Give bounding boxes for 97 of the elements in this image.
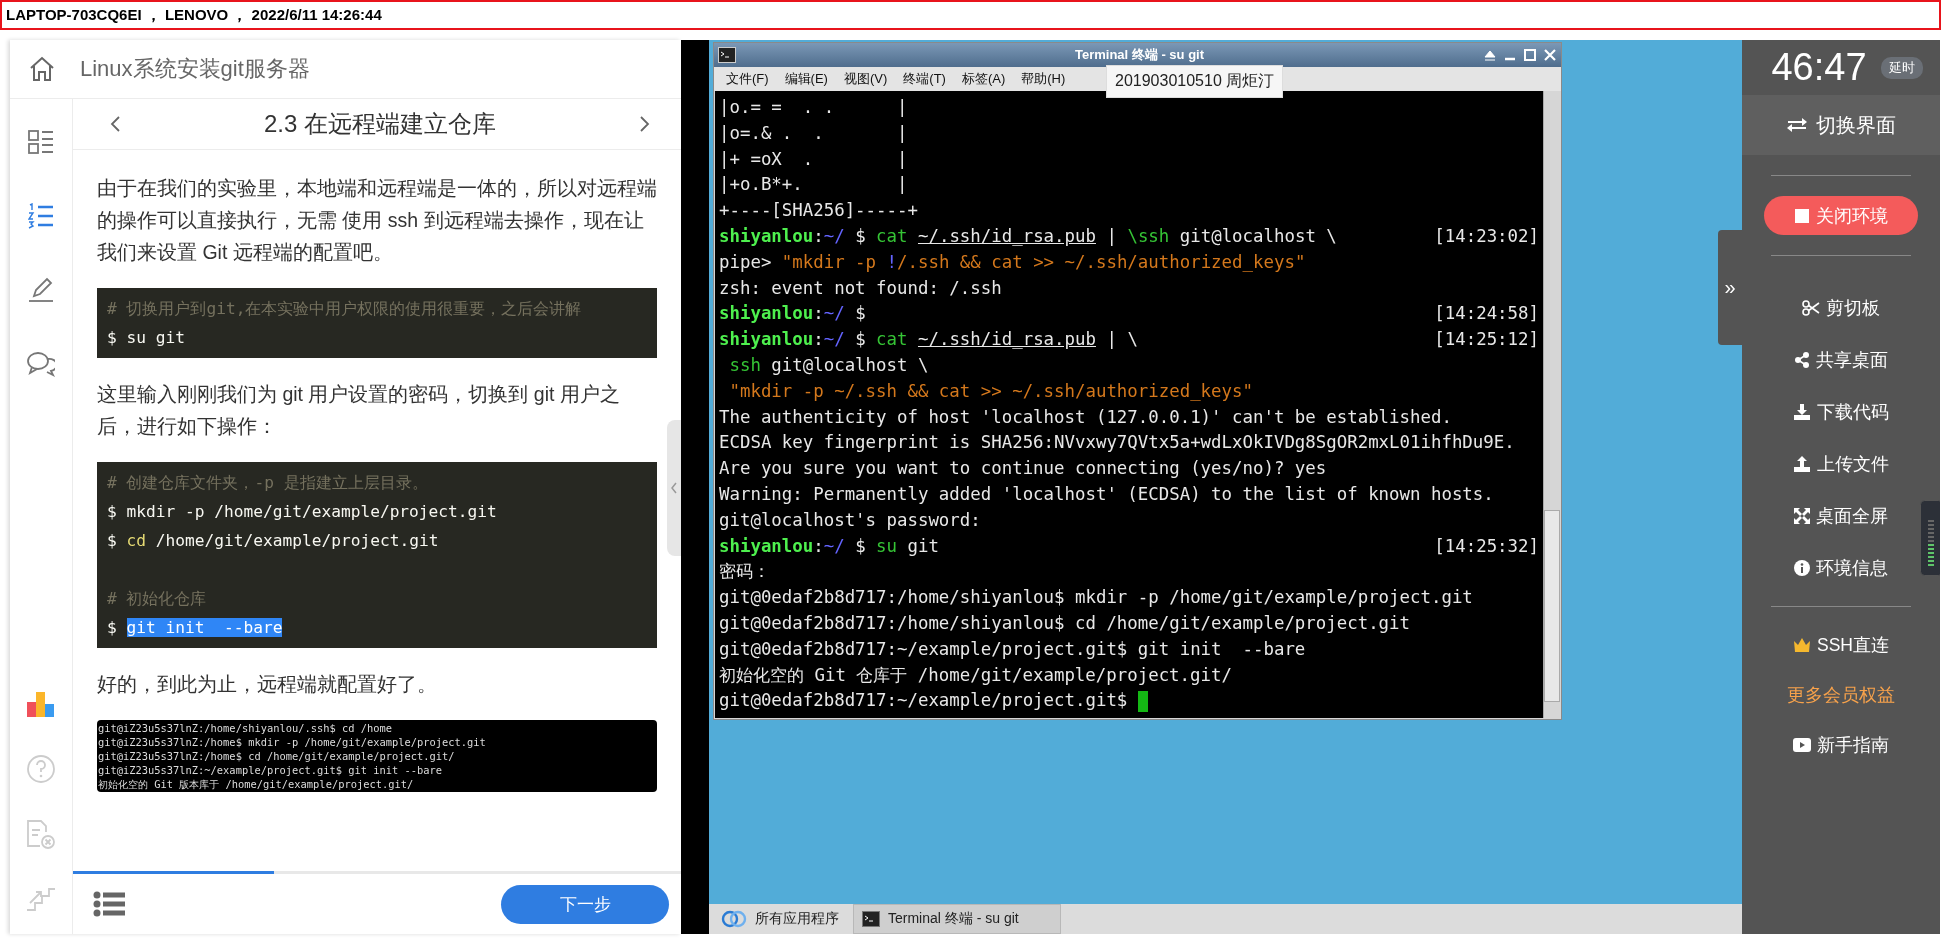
expand-tab[interactable]: » [1718, 230, 1742, 345]
terminal-line: pipe> "mkdir -p !/.ssh && cat >> ~/.ssh/authorized_keys" [719, 250, 1306, 274]
terminal-line: 初始化空的 Git 仓库于 /home/git/example/project.git/ [719, 663, 1232, 687]
terminal-line: "mkdir -p ~/.ssh && cat >> ~/.ssh/authorized_keys" [728, 379, 1253, 403]
menu-item[interactable]: 帮助(H) [1015, 70, 1072, 88]
paragraph: 好的，到此为止，远程端就配置好了。 [97, 672, 438, 697]
code-line: $ mkdir -p /home/git/example/project.git [107, 501, 498, 523]
upload-icon [1793, 456, 1811, 472]
taskbar-item[interactable]: Terminal 终端 - su git [853, 904, 1061, 934]
catalog-icon[interactable] [28, 129, 54, 155]
switch-view-button[interactable]: 切换界面 [1742, 95, 1940, 155]
paragraph: 这里输入刚刚我们为 git 用户设置的密码，切换到 git 用户之后，进行如下操作： [97, 382, 621, 439]
terminal-line: git@0edaf2b8d717:~/example/project.git$ [719, 689, 1129, 713]
terminal-line: shiyanlou:~/ $ su git [719, 534, 939, 558]
device-info-text: LAPTOP-703CQ6EI ， LENOVO ， 2022/6/11 14:26:44 [6, 5, 382, 25]
maximize-icon[interactable] [1523, 48, 1537, 62]
menu-item[interactable]: 标签(A) [955, 70, 1012, 88]
code-line: $ su git [107, 327, 186, 349]
terminal-line: git@0edaf2b8d717:/home/shiyanlou$ cd /home/git/example/project.git [719, 611, 1411, 635]
timestamp: [14:25:32] [1434, 534, 1539, 558]
next-icon[interactable] [639, 115, 651, 133]
menu-item[interactable]: 文件(F) [720, 70, 775, 88]
sidebar-tool-button[interactable]: 共享桌面 [1788, 342, 1894, 378]
expand-arrows-icon [1794, 508, 1810, 524]
numbered-list-icon[interactable] [28, 203, 54, 229]
terminal-line: |o=.& . . | [719, 121, 908, 145]
previous-icon[interactable] [109, 115, 121, 133]
screenshot-line: git@iZ23u5s37lnZ:/home$ mkdir -p /home/git/example/project.git [98, 735, 487, 749]
swap-arrows-icon [1786, 116, 1808, 134]
terminal-line: Warning: Permanently added 'localhost' (ECDSA) to the list of known hosts. [719, 482, 1494, 506]
screenshot-line: git@iZ23u5s37lnZ:/home$ cd /home/git/example/project.git/ [98, 749, 456, 763]
menu-item[interactable]: 终端(T) [897, 70, 952, 88]
collapse-handle[interactable] [667, 420, 681, 556]
code-line: # 切换用户到git,在本实验中用户权限的使用很重要，之后会讲解 [107, 298, 583, 320]
sidebar-tool-button[interactable]: SSH直连 [1787, 627, 1895, 663]
next-step-button[interactable]: 下一步 [501, 884, 669, 924]
screenshot-line: git@iZ23u5s37lnZ:~/example/project.git$ git init --bare [98, 763, 444, 777]
terminal-line: ssh git@localhost \ [728, 353, 929, 377]
countdown-timer: 46:47 [1771, 46, 1867, 89]
terminal-line: shiyanlou:~/ $ cat ~/.ssh/id_rsa.pub | \ssh git@localhost \ [719, 225, 1337, 248]
terminal-icon [862, 911, 880, 927]
scissors-icon [1802, 300, 1820, 316]
chat-icon[interactable] [27, 351, 55, 377]
timestamp: [14:25:12] [1434, 328, 1539, 352]
terminal-line: zsh: event not found: /.ssh [719, 276, 1002, 300]
terminal-line: |+o.B*+. | [719, 173, 908, 197]
info-icon [1794, 560, 1810, 576]
section-title: 2.3 在远程端建立仓库 [264, 109, 496, 139]
timestamp: [14:24:58] [1434, 302, 1539, 326]
terminal-line: |o.= = . . | [719, 96, 908, 119]
home-icon[interactable] [28, 56, 56, 82]
close-icon[interactable] [1543, 48, 1557, 62]
terminal-line: shiyanlou:~/ $ cat ~/.ssh/id_rsa.pub | \ [719, 328, 1138, 352]
screenshot-line: git@iZ23u5s37lnZ:/home/shiyanlou/.ssh$ cd /home [98, 721, 394, 735]
share-icon [1794, 352, 1810, 368]
taskbar-item[interactable]: 所有应用程序 [713, 904, 847, 934]
terminal-line: Are you sure you want to continue connecting (yes/no)? yes [719, 457, 1327, 481]
screenshot-line: 初始化空的 Git 版本库于 /home/git/example/project.git/ [98, 777, 415, 791]
sidebar-tool-button[interactable]: 新手指南 [1787, 727, 1895, 763]
tooltip: 201903010510 周炬汀 [1106, 65, 1284, 98]
terminal-line: |+ =oX . | [719, 147, 908, 171]
crown-icon [1793, 637, 1811, 653]
sidebar-tool-button[interactable]: 下载代码 [1787, 394, 1895, 430]
timestamp: [14:23:02] [1434, 225, 1539, 248]
chevron-left-icon [670, 481, 678, 495]
pencil-icon[interactable] [28, 277, 54, 303]
terminal-line: git@0edaf2b8d717:~/example/project.git$ git init --bare [719, 637, 1306, 661]
menu-item[interactable]: 编辑(E) [778, 70, 834, 88]
sidebar-tool-button[interactable]: 环境信息 [1788, 550, 1894, 586]
paragraph: 由于在我们的实验里，本地端和远程端是一体的，所以对远程端的操作可以直接执行，无需 使用 ssh 到远程端去操作，现在让我们来设置 Git 远程端的配置吧。 [97, 176, 657, 265]
sidebar-tool-button[interactable]: 上传文件 [1787, 446, 1895, 482]
stop-square-icon [1794, 207, 1810, 224]
terminal-line: +----[SHA256]-----+ [719, 199, 918, 223]
menu-item[interactable]: 视图(V) [837, 70, 894, 88]
terminal-line: ECDSA key fingerprint is SHA256:NVvxwy7QVtx5a+wdLxOkIVDg8SgOR2mxL01ihfhDu9E. [719, 431, 1515, 455]
code-line: $ git init --bare [107, 617, 284, 639]
download-icon [1793, 404, 1811, 420]
shade-icon[interactable] [1483, 48, 1497, 62]
code-line: # 创建仓库文件夹，-p 是指建立上层目录。 [107, 472, 429, 494]
terminal-line: git@0edaf2b8d717:/home/shiyanlou$ mkdir -p /home/git/example/project.git [719, 586, 1473, 610]
video-play-icon [1793, 738, 1811, 752]
extend-time-badge[interactable]: 延时 [1880, 56, 1923, 79]
terminal-line: 密码： [719, 560, 770, 584]
bar-chart-icon[interactable] [27, 690, 55, 718]
code-line: # 初始化仓库 [107, 588, 208, 610]
sidebar-tool-button[interactable]: 桌面全屏 [1788, 498, 1894, 534]
code-line: $ cd /home/git/example/project.git [107, 530, 440, 552]
terminal-line: git@localhost's password: [719, 508, 981, 532]
terminal-line: The authenticity of host 'localhost (127.0.0.1)' can't be established. [719, 405, 1452, 429]
list-icon[interactable] [93, 891, 125, 917]
sidebar-tool-button[interactable]: 剪切板 [1796, 290, 1886, 326]
terminal-icon [718, 47, 736, 63]
window-title: Terminal 终端 - su git [1073, 46, 1206, 64]
course-title: Linux系统安装git服务器 [80, 55, 310, 83]
terminal-line: shiyanlou:~/ $ [719, 302, 866, 326]
membership-link[interactable]: 更多会员权益 [1781, 677, 1901, 713]
apps-logo-icon [721, 910, 747, 928]
